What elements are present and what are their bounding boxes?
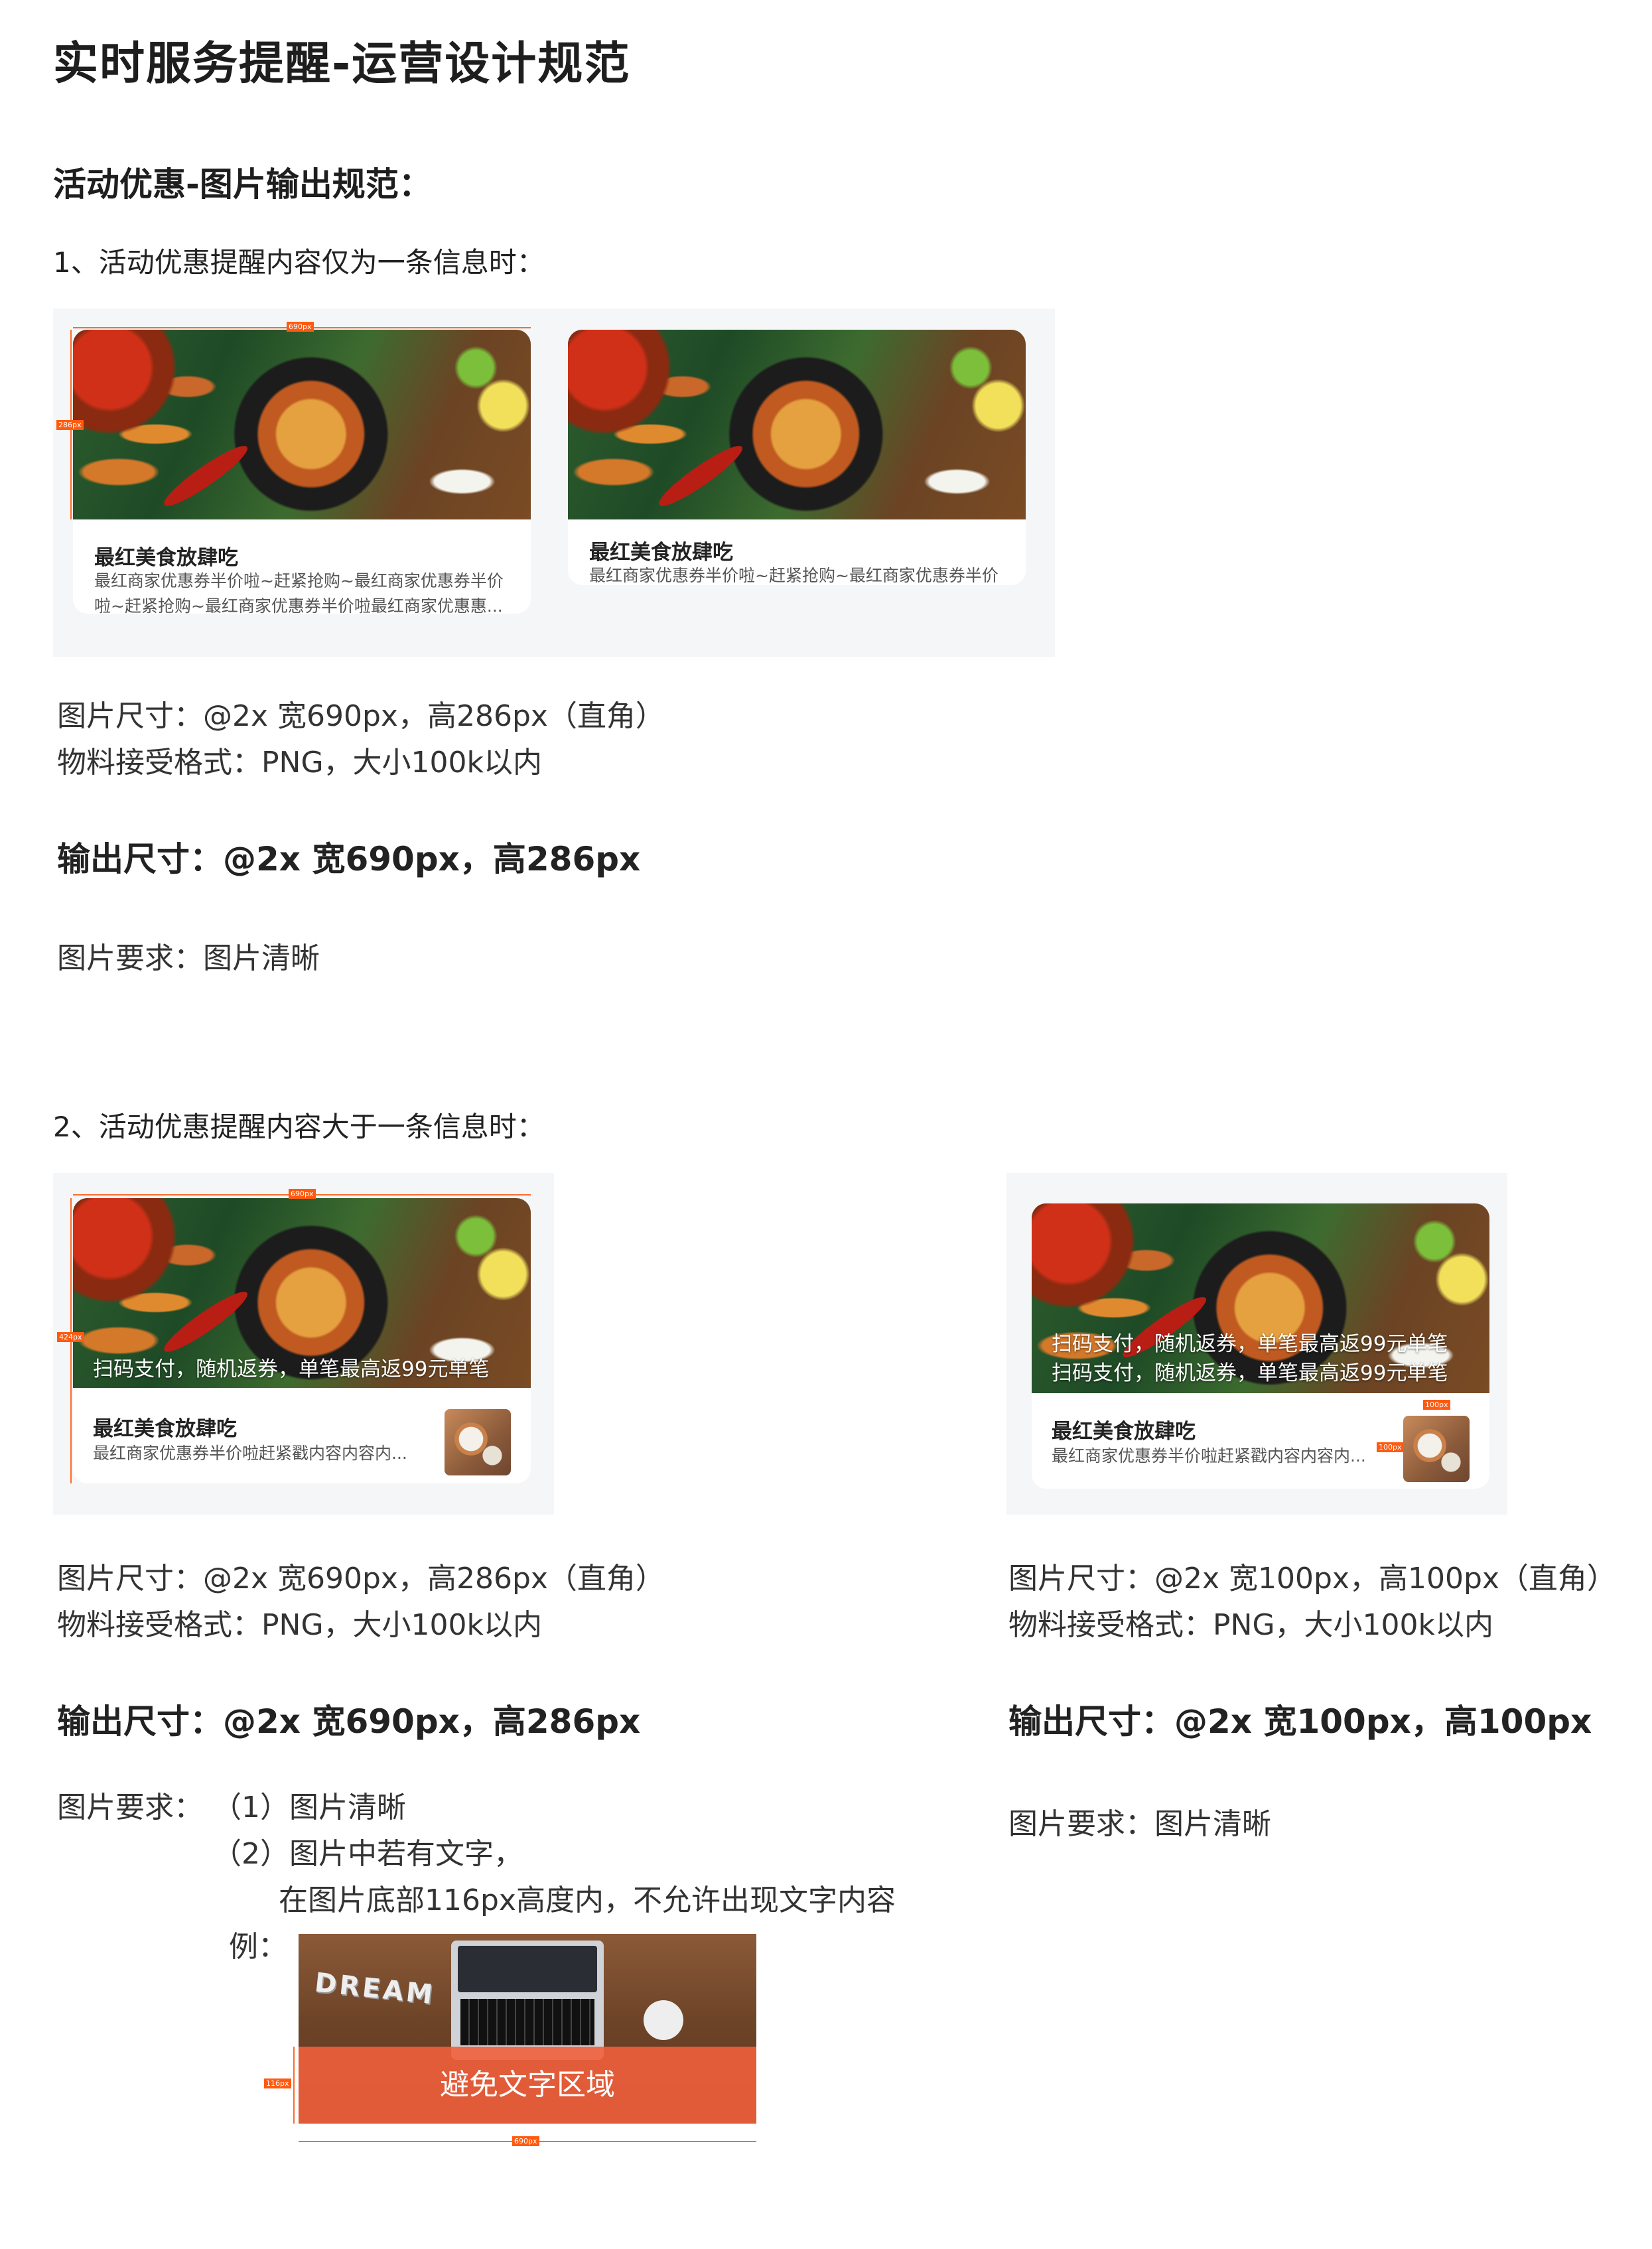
section1-heading: 1、活动优惠提醒内容仅为一条信息时： (53, 246, 545, 279)
requirement-label: 图片要求： (57, 1791, 203, 1824)
requirement-item-1: （1）图片清晰 (212, 1791, 406, 1824)
card-description: 最红商家优惠券半价啦~赶紧抢购~最红商家优惠券半价 (589, 563, 1007, 585)
promo-card-double-overlay[interactable]: 扫码支付，随机返券，单笔最高返99元单笔 扫码支付，随机返券，单笔最高返99元单… (1032, 1203, 1489, 1489)
card-title: 最红美食放肆吃 (1052, 1420, 1196, 1444)
example-dream-letters: DREAM (313, 1967, 437, 2011)
card-description: 最红商家优惠券半价啦赶紧戳内容内容内... (93, 1441, 438, 1466)
format-spec: 物料接受格式：PNG，大小100k以内 (1008, 1608, 1494, 1642)
example-label: 例： (229, 1930, 287, 1964)
height-measure-tag: 424px (57, 1332, 84, 1342)
card-desc-line: 最红商家优惠券半价啦~赶紧抢购~最红商家优惠券半价 (94, 571, 504, 590)
width-measure-tag: 690px (287, 322, 314, 332)
format-spec: 物料接受格式：PNG，大小100k以内 (57, 1608, 543, 1642)
page-title: 实时服务提醒-运营设计规范 (53, 38, 631, 90)
output-size: 输出尺寸：@2x 宽690px，高286px (57, 1702, 641, 1741)
card-description: 最红商家优惠券半价啦~赶紧抢购~最红商家优惠券半价 啦~赶紧抢购~最红商家优惠券… (94, 569, 512, 614)
card-desc-line: 最红商家优惠券半价啦赶紧戳内容内容内... (1052, 1446, 1366, 1465)
image-size-spec: 图片尺寸：@2x 宽690px，高286px（直角） (57, 699, 665, 733)
image-size-spec: 图片尺寸：@2x 宽100px，高100px（直角） (1008, 1562, 1616, 1596)
height-measure-line (293, 2047, 295, 2124)
height-measure-tag: 286px (56, 420, 84, 430)
card-thumbnail (445, 1409, 511, 1475)
output-size: 输出尺寸：@2x 宽690px，高286px (57, 840, 641, 878)
card-description: 最红商家优惠券半价啦赶紧戳内容内容内... (1052, 1444, 1397, 1469)
image-requirement: 图片要求：图片清晰 (57, 941, 320, 975)
banner-overlay-text: 扫码支付，随机返券，单笔最高返99元单笔 (1052, 1361, 1448, 1385)
card-title: 最红美食放肆吃 (589, 541, 733, 565)
laptop-icon (451, 1941, 604, 2060)
plant-icon (644, 2000, 683, 2040)
section2-left-spec: 图片尺寸：@2x 宽690px，高286px（直角） 物料接受格式：PNG，大小… (57, 1556, 665, 1649)
promo-card-with-thumb[interactable]: 扫码支付，随机返券，单笔最高返99元单笔 最红美食放肆吃 最红商家优惠券半价啦赶… (73, 1198, 531, 1483)
width-measure-tag: 690px (512, 2136, 539, 2146)
section1-spec: 图片尺寸：@2x 宽690px，高286px（直角） 物料接受格式：PNG，大小… (57, 693, 665, 786)
format-spec: 物料接受格式：PNG，大小100k以内 (57, 746, 543, 780)
banner-overlay-text: 扫码支付，随机返券，单笔最高返99元单笔 (93, 1357, 490, 1381)
image-size-spec: 图片尺寸：@2x 宽690px，高286px（直角） (57, 1562, 665, 1596)
promo-card-singleline[interactable]: 最红美食放肆吃 最红商家优惠券半价啦~赶紧抢购~最红商家优惠券半价 (568, 330, 1026, 585)
example-image: DREAM 避免文字区域 (299, 1934, 756, 2124)
section2-left-preview-panel: 扫码支付，随机返券，单笔最高返99元单笔 最红美食放肆吃 最红商家优惠券半价啦赶… (53, 1173, 554, 1515)
text-avoid-zone: 避免文字区域 (299, 2047, 756, 2124)
requirement-item-2: （2）图片中若有文字， (212, 1837, 523, 1871)
height-measure-tag: 116px (264, 2079, 291, 2088)
section2-right-spec: 图片尺寸：@2x 宽100px，高100px（直角） 物料接受格式：PNG，大小… (1008, 1556, 1616, 1649)
thumb-height-tag: 100px (1377, 1442, 1404, 1452)
card-title: 最红美食放肆吃 (94, 546, 238, 570)
section-title: 活动优惠-图片输出规范： (53, 165, 432, 204)
section1-preview-panel: 最红美食放肆吃 最红商家优惠券半价啦~赶紧抢购~最红商家优惠券半价 啦~赶紧抢购… (53, 308, 1055, 657)
output-size: 输出尺寸：@2x 宽100px，高100px (1008, 1702, 1592, 1741)
card-desc-line: 最红商家优惠券半价啦赶紧戳内容内容内... (93, 1444, 407, 1463)
food-banner-image (568, 330, 1026, 519)
thumb-width-tag: 100px (1423, 1400, 1450, 1410)
card-title: 最红美食放肆吃 (93, 1417, 237, 1441)
promo-card-multiline[interactable]: 最红美食放肆吃 最红商家优惠券半价啦~赶紧抢购~最红商家优惠券半价 啦~赶紧抢购… (73, 330, 531, 614)
food-banner-image (73, 330, 531, 519)
requirement-item-2-detail: 在图片底部116px高度内，不允许出现文字内容 (279, 1883, 896, 1917)
card-desc-line: 最红商家优惠券半价啦~赶紧抢购~最红商家优惠券半价 (589, 566, 998, 585)
card-desc-line: 啦~赶紧抢购~最红商家优惠券半价啦最红商家优惠惠... (94, 596, 503, 614)
section2-right-preview-panel: 扫码支付，随机返券，单笔最高返99元单笔 扫码支付，随机返券，单笔最高返99元单… (1006, 1173, 1507, 1515)
card-thumbnail (1403, 1416, 1470, 1482)
width-measure-tag: 690px (289, 1189, 316, 1199)
section2-heading: 2、活动优惠提醒内容大于一条信息时： (53, 1111, 545, 1143)
image-requirement: 图片要求：图片清晰 (1008, 1807, 1271, 1841)
banner-overlay-text: 扫码支付，随机返券，单笔最高返99元单笔 (1052, 1332, 1448, 1356)
